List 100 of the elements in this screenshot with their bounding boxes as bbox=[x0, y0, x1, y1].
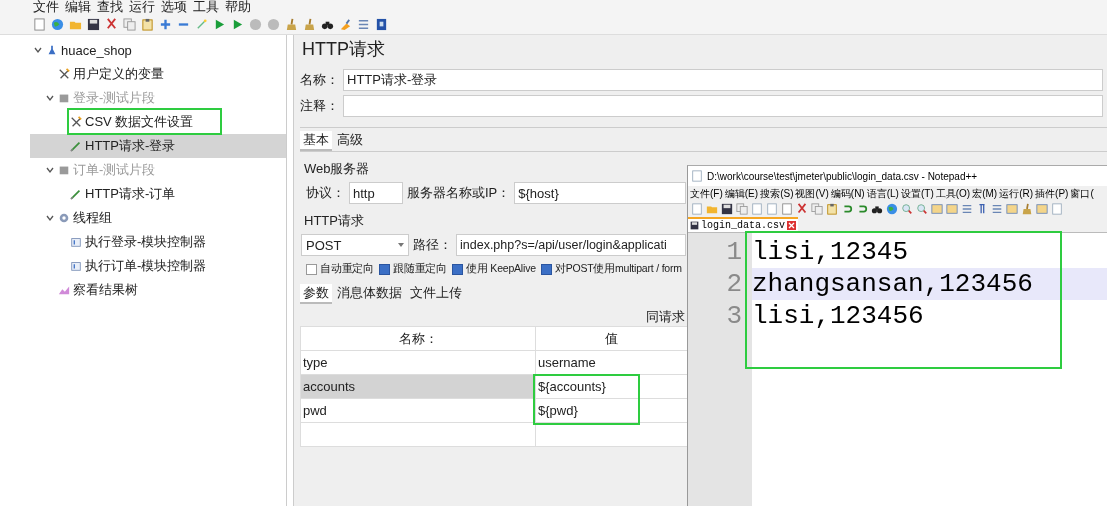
path-field[interactable]: index.php?s=/api/user/login&applicati bbox=[456, 234, 686, 256]
menu-item[interactable]: 文件(F) bbox=[690, 186, 723, 201]
pen-icon bbox=[70, 188, 82, 200]
broom-icon[interactable] bbox=[303, 17, 316, 31]
menu-item[interactable]: 工具 bbox=[193, 0, 219, 14]
menu-item[interactable]: 运行(R) bbox=[999, 186, 1034, 201]
zoom-icon[interactable] bbox=[916, 203, 928, 215]
undo-icon[interactable] bbox=[856, 203, 868, 215]
tab[interactable]: 高级 bbox=[334, 131, 366, 151]
menu-item[interactable]: 视图(V) bbox=[795, 186, 829, 201]
square-icon bbox=[58, 92, 70, 104]
checkbox[interactable] bbox=[306, 263, 317, 275]
list-icon[interactable] bbox=[961, 203, 973, 215]
undo-icon[interactable] bbox=[841, 203, 853, 215]
play-icon[interactable] bbox=[231, 17, 244, 31]
tab[interactable]: 消息体数据 bbox=[334, 284, 405, 304]
chart-icon bbox=[58, 284, 70, 296]
new-file-icon[interactable] bbox=[33, 17, 46, 31]
stop-icon[interactable] bbox=[267, 17, 280, 31]
copy-icon[interactable] bbox=[811, 203, 823, 215]
tree-item[interactable]: 线程组 bbox=[30, 206, 286, 230]
name-field[interactable]: HTTP请求-登录 bbox=[343, 69, 1103, 91]
method-dropdown[interactable]: POST bbox=[301, 234, 409, 256]
stop-icon[interactable] bbox=[249, 17, 262, 31]
code-line: lisi,12345 bbox=[752, 236, 910, 268]
menu-item[interactable]: 插件(P) bbox=[1035, 186, 1069, 201]
menu-item[interactable]: 设置(T) bbox=[900, 186, 934, 201]
protocol-field[interactable]: http bbox=[349, 182, 403, 204]
document-icon[interactable] bbox=[766, 203, 778, 215]
menu-item[interactable]: 选项 bbox=[161, 0, 187, 14]
checkbox-label: 使用 KeepAlive bbox=[466, 262, 536, 276]
field-label: 服务器名称或IP： bbox=[407, 184, 511, 202]
pilcrow-icon[interactable] bbox=[976, 203, 988, 215]
menu-item[interactable]: 工具(O) bbox=[935, 186, 971, 201]
menu-item[interactable]: 帮助 bbox=[225, 0, 251, 14]
plus-icon[interactable] bbox=[159, 17, 172, 31]
tab[interactable]: 参数 bbox=[300, 284, 332, 304]
controller-icon bbox=[70, 260, 82, 272]
menu-item[interactable]: 窗口( bbox=[1070, 186, 1094, 201]
menu-item[interactable]: 宏(M) bbox=[972, 186, 998, 201]
window-icon[interactable] bbox=[1036, 203, 1048, 215]
file-tab[interactable]: login_data.csv bbox=[688, 217, 798, 232]
menu-item[interactable]: 语言(L) bbox=[866, 186, 899, 201]
comment-field[interactable] bbox=[343, 95, 1103, 117]
menu-item[interactable]: 编辑 bbox=[65, 0, 91, 14]
brush-icon[interactable] bbox=[339, 17, 352, 31]
clipboard-icon[interactable] bbox=[141, 17, 154, 31]
save-icon[interactable] bbox=[87, 17, 100, 31]
tree-item[interactable]: 察看结果树 bbox=[30, 278, 286, 302]
broom-icon[interactable] bbox=[285, 17, 298, 31]
table-cell[interactable]: username bbox=[535, 350, 688, 375]
tree-item[interactable]: 用户定义的变量 bbox=[30, 62, 286, 86]
menu-item[interactable]: 运行 bbox=[129, 0, 155, 14]
wand-icon[interactable] bbox=[195, 17, 208, 31]
tab[interactable]: 文件上传 bbox=[407, 284, 465, 304]
list-icon[interactable] bbox=[357, 17, 370, 31]
new-file-icon[interactable] bbox=[781, 203, 793, 215]
pen-icon bbox=[70, 140, 82, 152]
zoom-icon[interactable] bbox=[901, 203, 913, 215]
tree-item[interactable]: 执行登录-模块控制器 bbox=[30, 230, 286, 254]
checkbox-label: 对POST使用multipart / form bbox=[554, 262, 682, 276]
list-icon[interactable] bbox=[991, 203, 1003, 215]
menu-item[interactable]: 搜索(S) bbox=[760, 186, 794, 201]
copy-icon[interactable] bbox=[123, 17, 136, 31]
window-icon[interactable] bbox=[1006, 203, 1018, 215]
checkbox[interactable] bbox=[540, 263, 552, 275]
clipboard-icon[interactable] bbox=[826, 203, 838, 215]
save-icon[interactable] bbox=[721, 203, 733, 215]
window-icon[interactable] bbox=[946, 203, 958, 215]
close-icon[interactable] bbox=[787, 221, 796, 230]
document-icon[interactable] bbox=[751, 203, 763, 215]
field-label: 路径： bbox=[413, 236, 452, 254]
play-icon[interactable] bbox=[213, 17, 226, 31]
menu-item[interactable]: 文件 bbox=[33, 0, 59, 14]
globe-icon[interactable] bbox=[51, 17, 64, 31]
tab[interactable]: 基本 bbox=[300, 131, 332, 151]
chevron-down-icon[interactable] bbox=[46, 214, 54, 222]
help-book-icon[interactable] bbox=[375, 17, 388, 31]
window-title: D:\work\course\test\jmeter\public\login_data.csv - Notepad++ bbox=[707, 170, 978, 182]
document-icon[interactable] bbox=[1051, 203, 1063, 215]
table-cell[interactable]: accounts bbox=[300, 374, 536, 399]
tree-item[interactable]: 执行订单-模块控制器 bbox=[30, 254, 286, 278]
menu-item[interactable]: 查找 bbox=[97, 0, 123, 14]
menu-item[interactable]: 编码(N) bbox=[830, 186, 865, 201]
checkbox[interactable] bbox=[452, 263, 464, 275]
checkbox-label: 自动重定向 bbox=[320, 262, 374, 276]
checkbox[interactable] bbox=[379, 263, 390, 275]
table-cell[interactable]: type bbox=[300, 350, 536, 375]
group-label: Web服务器 bbox=[304, 160, 370, 178]
document-icon[interactable] bbox=[691, 203, 703, 215]
server-field[interactable]: ${host} bbox=[514, 182, 686, 204]
table-cell[interactable]: pwd bbox=[300, 398, 536, 423]
window-icon[interactable] bbox=[931, 203, 943, 215]
menu-item[interactable]: 编辑(E) bbox=[724, 186, 759, 201]
group-label: HTTP请求 bbox=[304, 212, 364, 230]
tree-item[interactable]: huace_shop bbox=[30, 38, 286, 62]
binoculars-icon[interactable] bbox=[871, 203, 883, 215]
chevron-down-icon[interactable] bbox=[34, 46, 42, 54]
column-header: 名称： bbox=[300, 326, 536, 351]
broom-icon[interactable] bbox=[1021, 203, 1033, 215]
